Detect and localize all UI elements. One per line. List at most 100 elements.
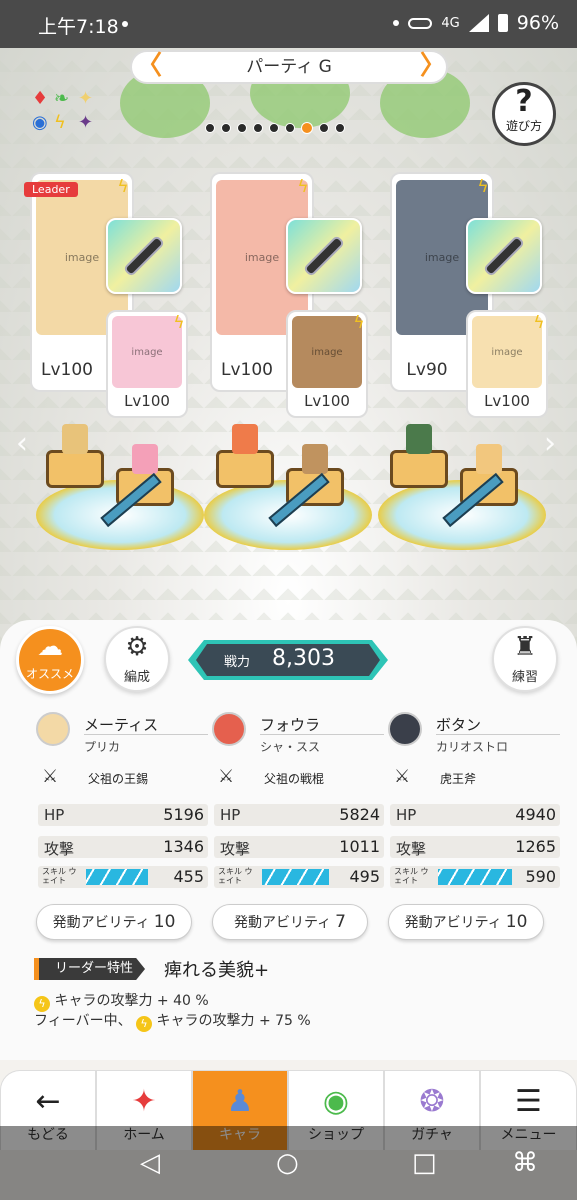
prev-party-arrow-icon[interactable]: 〈 — [136, 52, 162, 82]
character-icon: ♟ — [226, 1084, 254, 1119]
ability-button[interactable]: 発動アビリティ 7 — [212, 904, 368, 940]
party-name: パーティ G — [246, 57, 332, 77]
party-page-dot[interactable] — [205, 123, 215, 133]
back-triangle-icon[interactable]: ◁ — [140, 1148, 160, 1178]
weapon-card[interactable] — [466, 218, 542, 294]
thunder-element-icon: ϟ — [297, 177, 309, 197]
stage-block — [390, 450, 448, 488]
attack-value: 1265 — [515, 837, 556, 856]
notification-dot-icon — [393, 20, 400, 26]
sub-level: Lv100 — [124, 392, 170, 410]
hp-stat: HP 4940 — [390, 804, 560, 826]
hp-label: HP — [396, 806, 417, 824]
party-page-dot[interactable] — [301, 122, 313, 134]
party-page-dot[interactable] — [335, 123, 345, 133]
gear-icon: ⚙ — [125, 632, 149, 662]
game-controller-icon[interactable]: ⌘ — [512, 1148, 538, 1178]
recents-square-icon[interactable]: □ — [412, 1148, 437, 1178]
weapon-card[interactable] — [106, 218, 182, 294]
help-button[interactable]: ? 遊び方 — [492, 82, 556, 146]
main-level: Lv90 — [406, 360, 448, 380]
hp-label: HP — [220, 806, 241, 824]
sub-level: Lv100 — [484, 392, 530, 410]
practice-label: 練習 — [511, 670, 538, 685]
party-selector: 〈 パーティ G 〉 — [130, 50, 448, 84]
attack-value: 1011 — [339, 837, 380, 856]
home-icon: ✦ — [131, 1084, 157, 1119]
thunder-element-icon: ϟ — [54, 112, 66, 133]
home-circle-icon[interactable]: ○ — [276, 1148, 299, 1178]
mace-icon — [305, 237, 343, 275]
ability-count: 10 — [505, 912, 528, 932]
weapon-slot-icon: ⚔ — [218, 766, 235, 787]
party-page-dot[interactable] — [269, 123, 279, 133]
divider — [436, 734, 560, 735]
status-bar: 上午7:18 4G 96% — [0, 0, 577, 48]
edit-label: 編成 — [123, 670, 150, 685]
leader-effect-prefix: フィーバー中、 — [34, 1013, 132, 1029]
scepter-icon — [125, 237, 163, 275]
leader-skill-tag: リーダー特性 — [34, 958, 146, 980]
skill-wait-stat: スキル ウェイト 495 — [214, 866, 384, 888]
party-page-dot[interactable] — [285, 123, 295, 133]
fire-element-icon: ♦ — [32, 88, 49, 109]
thunder-element-icon: ϟ — [353, 313, 365, 333]
ability-label: 発動アビリティ — [52, 915, 150, 931]
character-name: ボタン — [436, 716, 482, 734]
ability-label: 発動アビリティ — [404, 915, 502, 931]
recommend-button[interactable]: ☁ オススメ — [16, 626, 84, 694]
party-page-dot[interactable] — [319, 123, 329, 133]
status-time: 上午7:18 — [38, 16, 119, 38]
leader-skill-name: 痺れる美貌+ — [164, 960, 270, 981]
stage-block — [46, 450, 104, 488]
party-page-dots[interactable] — [205, 122, 345, 134]
hp-value: 5196 — [163, 805, 204, 824]
recommend-icon: ☁ — [37, 632, 63, 662]
weapon-card[interactable] — [286, 218, 362, 294]
practice-button[interactable]: ♜ 練習 — [492, 626, 558, 692]
ability-button[interactable]: 発動アビリティ 10 — [36, 904, 192, 940]
party-slot-3[interactable]: image Lv90 ϟ image Lv100 ϟ — [390, 172, 570, 422]
character-name: メーティス — [84, 716, 159, 734]
power-label: 戦力 — [224, 655, 251, 670]
party-page-dot[interactable] — [221, 123, 231, 133]
party-slot-1[interactable]: Leader image Lv100 ϟ image Lv100 ϟ — [24, 172, 210, 422]
ability-count: 7 — [335, 912, 346, 932]
skill-wait-value: 590 — [525, 867, 556, 886]
back-arrow-icon: ← — [35, 1084, 61, 1119]
help-label: 遊び方 — [505, 119, 542, 133]
party-page-dot[interactable] — [237, 123, 247, 133]
pixel-character-sprite — [62, 424, 88, 454]
skill-wait-stat: スキル ウェイト 590 — [390, 866, 560, 888]
hp-stat: HP 5824 — [214, 804, 384, 826]
skill-wait-label: スキル ウェイト — [394, 867, 429, 885]
next-party-arrow-icon[interactable]: 〉 — [420, 52, 446, 82]
party-page-dot[interactable] — [253, 123, 263, 133]
party-slot-2[interactable]: image Lv100 ϟ image Lv100 ϟ — [210, 172, 390, 422]
skill-wait-stat: スキル ウェイト 455 — [38, 866, 208, 888]
gacha-icon: ❂ — [419, 1084, 445, 1119]
character-name: フォウラ — [260, 716, 321, 734]
leader-effect-text: キャラの攻撃力 + 75 % — [156, 1013, 311, 1029]
skill-wait-bar — [262, 869, 329, 885]
ability-button[interactable]: 発動アビリティ 10 — [388, 904, 544, 940]
weapon-slot-icon: ⚔ — [42, 766, 59, 787]
water-element-icon: ◉ — [32, 112, 48, 133]
ability-label: 発動アビリティ — [234, 915, 332, 931]
pixel-character-sprite — [302, 444, 328, 474]
weapon-name: 父祖の王錫 — [88, 772, 149, 786]
skill-wait-bar — [438, 869, 512, 885]
stage-block — [216, 450, 274, 488]
edit-formation-button[interactable]: ⚙ 編成 — [104, 626, 170, 692]
menu-icon: ☰ — [515, 1084, 542, 1119]
skill-wait-value: 455 — [173, 867, 204, 886]
hp-value: 5824 — [339, 805, 380, 824]
attack-stat: 攻撃 1265 — [390, 836, 560, 858]
scroll-left-arrow-icon[interactable]: ‹ — [16, 426, 28, 461]
attack-label: 攻撃 — [396, 840, 427, 858]
avatar — [212, 712, 246, 746]
skill-wait-label: スキル ウェイト — [218, 867, 253, 885]
hp-stat: HP 5196 — [38, 804, 208, 826]
pixel-character-sprite — [476, 444, 502, 474]
thunder-element-icon: ϟ — [136, 1016, 153, 1032]
